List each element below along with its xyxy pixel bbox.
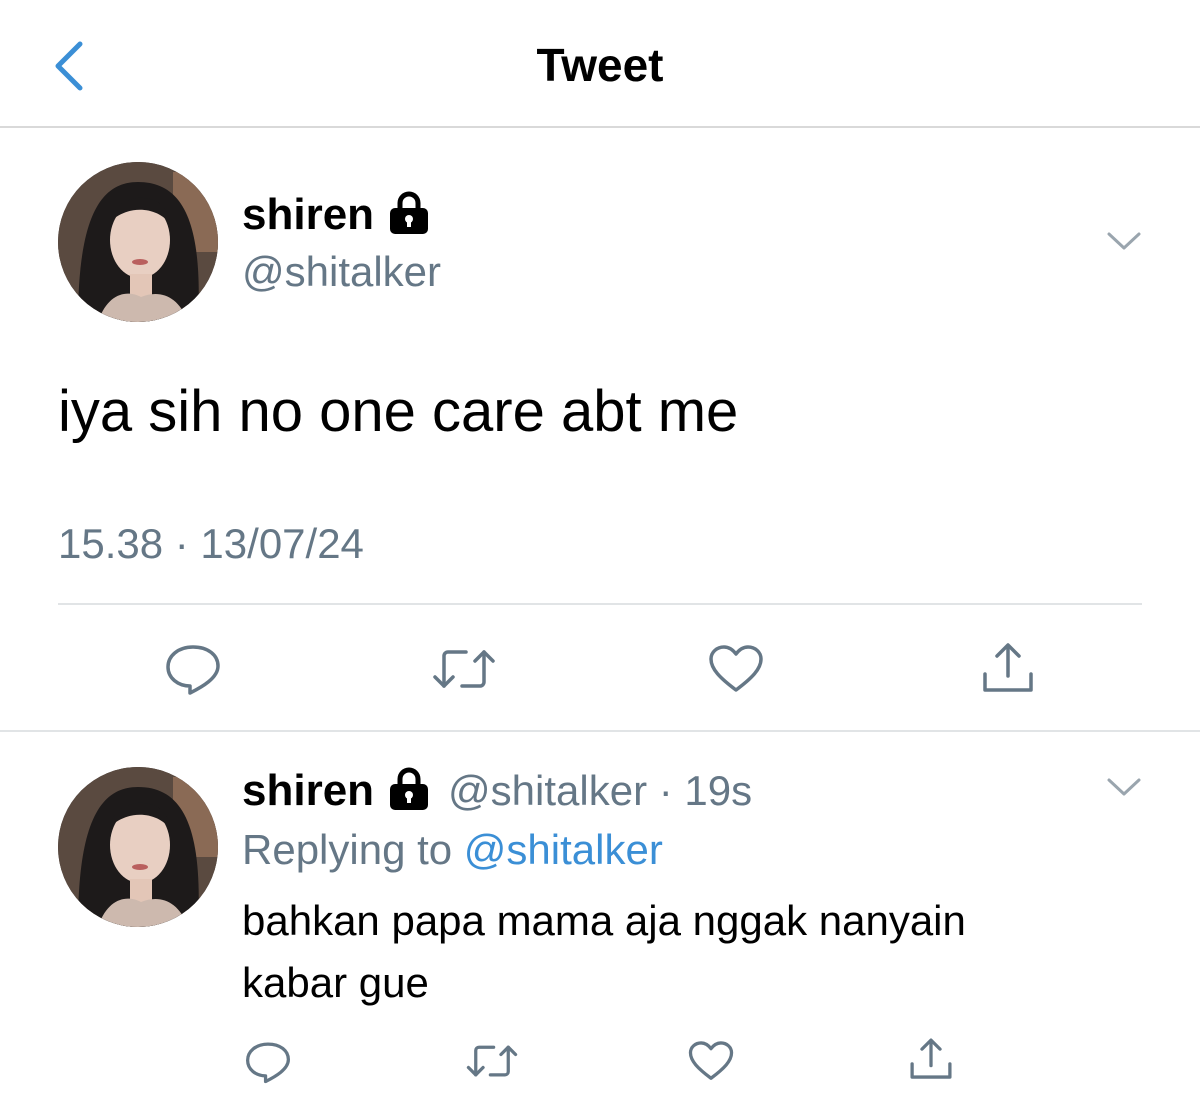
retweet-icon [466, 1045, 518, 1077]
lock-icon [386, 191, 432, 240]
share-button[interactable] [980, 640, 1036, 696]
reply-share-button[interactable] [908, 1036, 954, 1082]
share-icon [983, 643, 1033, 692]
reply-button[interactable] [164, 642, 222, 696]
reply-handle-time[interactable]: @shitalker · 19s [448, 767, 752, 815]
divider [58, 603, 1142, 605]
like-icon [709, 645, 763, 692]
tweet-options-button[interactable] [1106, 228, 1142, 256]
tweet-separator [0, 730, 1200, 732]
reply-icon [246, 1042, 290, 1084]
reply-text-line: bahkan papa mama aja nggak nanyain [242, 897, 966, 944]
chevron-down-icon [1107, 778, 1141, 796]
reply-avatar[interactable] [58, 767, 218, 927]
retweet-button[interactable] [432, 646, 496, 692]
reply-like-button[interactable] [688, 1040, 734, 1082]
avatar[interactable] [58, 162, 218, 322]
lock-icon [386, 767, 432, 816]
replying-to: Replying to @shitalker [242, 826, 663, 874]
page-title: Tweet [536, 39, 664, 91]
tweet-timestamp[interactable]: 15.38 · 13/07/24 [58, 520, 364, 568]
reply-display-name[interactable]: shiren [242, 766, 374, 816]
reply-reply-button[interactable] [244, 1040, 292, 1084]
author-name-row: shiren [242, 188, 432, 242]
reply-retweet-button[interactable] [466, 1042, 518, 1080]
replying-handle-link[interactable]: @shitalker [464, 826, 663, 873]
reply-text-line: kabar gue [242, 959, 429, 1006]
chevron-down-icon [1107, 232, 1141, 250]
reply-options-button[interactable] [1106, 774, 1142, 802]
display-name[interactable]: shiren [242, 190, 374, 240]
like-icon [688, 1041, 734, 1080]
reply-icon [166, 645, 220, 695]
retweet-icon [433, 650, 495, 688]
tweet-text: iya sih no one care abt me [58, 379, 739, 444]
share-icon [910, 1038, 952, 1079]
reply-author-row: shiren @shitalker · 19s [242, 764, 752, 818]
author-handle[interactable]: @shitalker [242, 248, 441, 296]
reply-text: bahkan papa mama aja nggak nanyain kabar… [242, 890, 966, 1014]
like-button[interactable] [708, 644, 764, 694]
replying-label: Replying to [242, 826, 453, 873]
